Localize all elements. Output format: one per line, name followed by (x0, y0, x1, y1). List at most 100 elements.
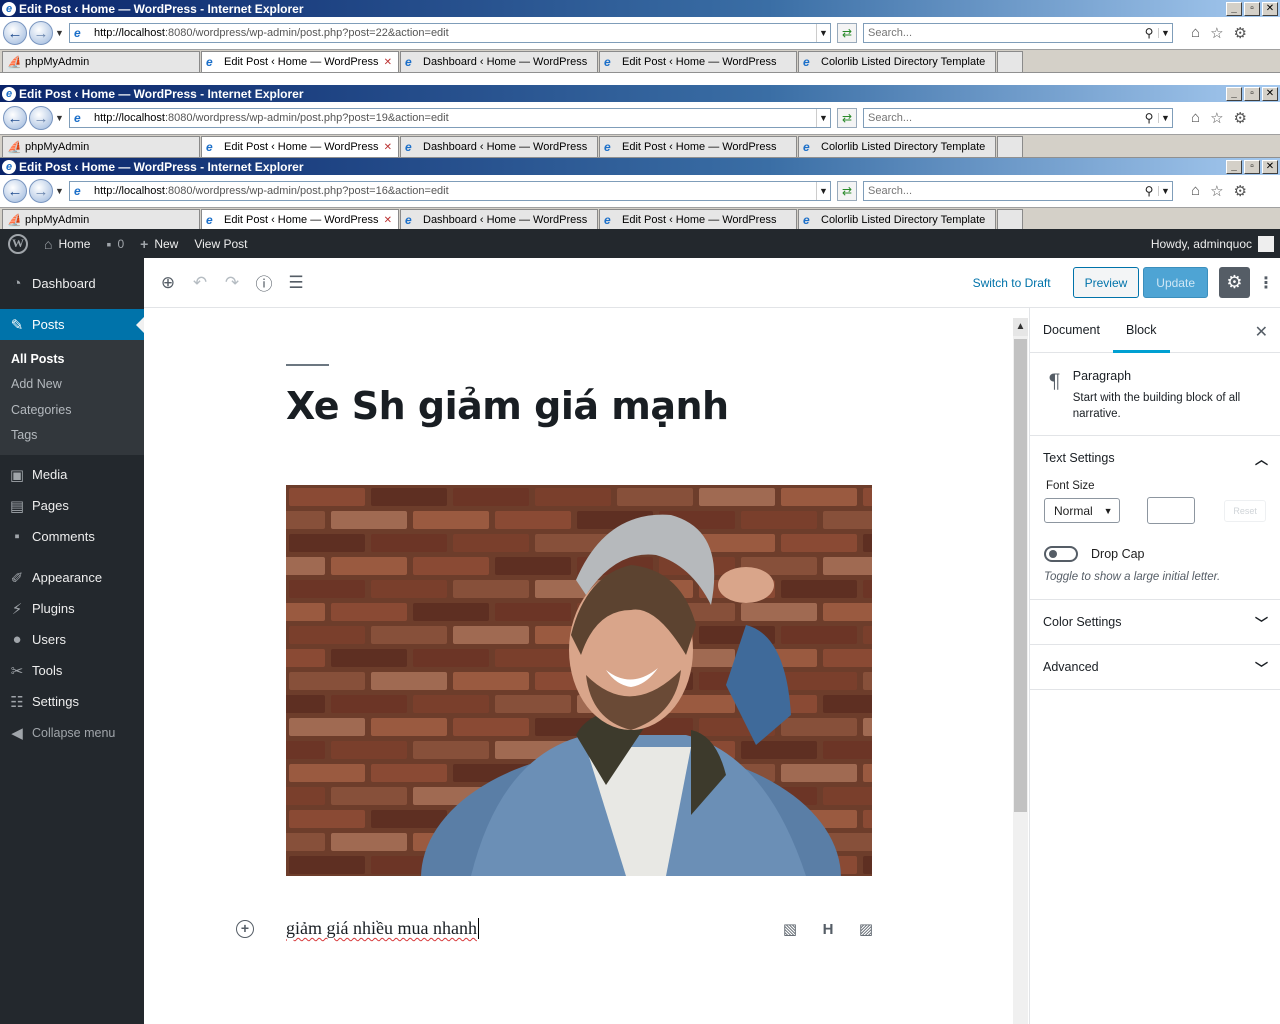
preview-button[interactable]: Preview (1072, 267, 1140, 298)
font-size-reset-button[interactable]: Reset (1224, 499, 1266, 522)
address-bar[interactable]: e http://localhost:8080/wordpress/wp-adm… (69, 23, 831, 43)
advanced-toggle[interactable]: Advanced ﹀ (1030, 645, 1280, 689)
refresh-button[interactable]: ⇄ (837, 108, 857, 128)
add-heading-button[interactable]: H (815, 918, 841, 940)
favorites-star-icon[interactable]: ☆ (1210, 24, 1223, 42)
my-account-menu[interactable]: Howdy, adminquoc (1143, 229, 1280, 258)
favorites-star-icon[interactable]: ☆ (1210, 182, 1223, 200)
browser-tab[interactable]: e Dashboard ‹ Home — WordPress (400, 51, 598, 72)
paragraph-block[interactable]: + giảm giá nhiều mua nhanh ▧ H ▨ (144, 906, 1013, 956)
sidebar-item-tools[interactable]: ✂ Tools (0, 655, 144, 686)
collapse-menu-button[interactable]: ◀ Collapse menu (0, 717, 144, 748)
browser-tab[interactable]: e Edit Post ‹ Home — WordPress (599, 51, 797, 72)
browser-tab[interactable]: e Edit Post ‹ Home — WordPress (599, 136, 797, 157)
sidebar-item-settings[interactable]: ☷ Settings (0, 686, 144, 717)
comments-link[interactable]: ▪ 0 (98, 229, 132, 258)
history-dropdown-icon[interactable]: ▼ (55, 113, 65, 123)
home-icon[interactable]: ⌂ (1191, 109, 1200, 127)
back-button[interactable]: ← (3, 21, 27, 45)
history-dropdown-icon[interactable]: ▼ (55, 28, 65, 38)
refresh-button[interactable]: ⇄ (837, 23, 857, 43)
sidebar-item-users[interactable]: ● Users (0, 624, 144, 655)
search-dropdown-icon[interactable]: ▼ (1158, 113, 1172, 123)
search-input[interactable] (864, 185, 1140, 197)
search-icon[interactable]: ⚲ (1140, 184, 1158, 198)
text-settings-toggle[interactable]: Text Settings ︿ (1030, 436, 1280, 480)
minimize-button[interactable]: _ (1226, 86, 1242, 101)
new-tab-button[interactable] (997, 136, 1023, 157)
search-icon[interactable]: ⚲ (1140, 26, 1158, 40)
home-icon[interactable]: ⌂ (1191, 24, 1200, 42)
site-name-link[interactable]: ⌂ Home (36, 229, 98, 258)
close-window-button[interactable]: ✕ (1262, 159, 1278, 174)
refresh-button[interactable]: ⇄ (837, 181, 857, 201)
sidebar-item-pages[interactable]: ▤ Pages (0, 490, 144, 521)
address-dropdown-icon[interactable]: ▼ (816, 109, 830, 127)
browser-tab[interactable]: e Dashboard ‹ Home — WordPress (400, 136, 598, 157)
home-icon[interactable]: ⌂ (1191, 182, 1200, 200)
update-button[interactable]: Update (1143, 267, 1208, 298)
search-dropdown-icon[interactable]: ▼ (1158, 28, 1172, 38)
image-block[interactable] (286, 485, 872, 876)
forward-button[interactable]: → (29, 21, 53, 45)
search-icon[interactable]: ⚲ (1140, 111, 1158, 125)
favorites-star-icon[interactable]: ☆ (1210, 109, 1223, 127)
color-settings-toggle[interactable]: Color Settings ﹀ (1030, 600, 1280, 644)
tools-gear-icon[interactable]: ⚙ (1234, 109, 1247, 127)
add-gallery-button[interactable]: ▨ (853, 918, 879, 940)
back-button[interactable]: ← (3, 106, 27, 130)
maximize-button[interactable]: ▫ (1244, 86, 1260, 101)
close-panel-button[interactable]: ✕ (1255, 322, 1268, 342)
address-dropdown-icon[interactable]: ▼ (816, 182, 830, 200)
browser-tab[interactable]: e Edit Post ‹ Home — WordPress ✕ (201, 51, 399, 72)
search-dropdown-icon[interactable]: ▼ (1158, 186, 1172, 196)
browser-tab[interactable]: e Edit Post ‹ Home — WordPress ✕ (201, 136, 399, 157)
tab-block[interactable]: Block (1112, 308, 1170, 353)
block-navigation-button[interactable]: ☰ (280, 267, 312, 299)
submenu-all-posts[interactable]: All Posts (0, 346, 144, 372)
browser-tab[interactable]: ⛵ phpMyAdmin (2, 51, 200, 72)
undo-button[interactable]: ↶ (184, 267, 216, 299)
browser-tab[interactable]: ⛵ phpMyAdmin (2, 136, 200, 157)
minimize-button[interactable]: _ (1226, 1, 1242, 16)
wp-logo-menu[interactable]: W (0, 229, 36, 258)
sidebar-item-posts[interactable]: ✎ Posts (0, 309, 144, 340)
paragraph-text[interactable]: giảm giá nhiều mua nhanh (286, 918, 479, 939)
submenu-add-new[interactable]: Add New (0, 372, 144, 398)
sidebar-item-appearance[interactable]: ✐ Appearance (0, 562, 144, 593)
sidebar-item-plugins[interactable]: ⚡ Plugins (0, 593, 144, 624)
new-tab-button[interactable] (997, 209, 1023, 230)
address-bar[interactable]: e http://localhost:8080/wordpress/wp-adm… (69, 108, 831, 128)
view-post-link[interactable]: View Post (186, 229, 255, 258)
browser-tab[interactable]: e Colorlib Listed Directory Template (798, 136, 996, 157)
search-input[interactable] (864, 112, 1140, 124)
tab-document[interactable]: Document (1030, 308, 1113, 353)
forward-button[interactable]: → (29, 179, 53, 203)
browser-tab[interactable]: e Dashboard ‹ Home — WordPress (400, 209, 598, 230)
tools-gear-icon[interactable]: ⚙ (1234, 24, 1247, 42)
scrollbar-thumb[interactable] (1014, 339, 1027, 812)
switch-to-draft-button[interactable]: Switch to Draft (973, 276, 1051, 290)
more-tools-button[interactable]: ⋮ (1256, 267, 1276, 298)
maximize-button[interactable]: ▫ (1244, 1, 1260, 16)
browser-tab[interactable]: e Edit Post ‹ Home — WordPress (599, 209, 797, 230)
block-inserter-button[interactable]: + (236, 920, 254, 938)
post-title-input[interactable]: Xe Sh giảm giá mạnh (286, 384, 729, 428)
close-window-button[interactable]: ✕ (1262, 1, 1278, 16)
maximize-button[interactable]: ▫ (1244, 159, 1260, 174)
browser-tab[interactable]: e Colorlib Listed Directory Template (798, 209, 996, 230)
content-structure-button[interactable]: ⓘ (248, 267, 280, 299)
close-tab-icon[interactable]: ✕ (384, 215, 392, 226)
address-dropdown-icon[interactable]: ▼ (816, 24, 830, 42)
settings-toggle-button[interactable]: ⚙ (1219, 267, 1250, 298)
add-image-button[interactable]: ▧ (777, 918, 803, 940)
address-bar[interactable]: e http://localhost:8080/wordpress/wp-adm… (69, 181, 831, 201)
forward-button[interactable]: → (29, 106, 53, 130)
editor-scrollbar[interactable]: ▲ (1013, 318, 1028, 1024)
history-dropdown-icon[interactable]: ▼ (55, 186, 65, 196)
add-block-button[interactable]: ⊕ (152, 267, 184, 299)
browser-tab[interactable]: ⛵ phpMyAdmin (2, 209, 200, 230)
submenu-categories[interactable]: Categories (0, 397, 144, 423)
browser-tab[interactable]: e Colorlib Listed Directory Template (798, 51, 996, 72)
submenu-tags[interactable]: Tags (0, 423, 144, 449)
